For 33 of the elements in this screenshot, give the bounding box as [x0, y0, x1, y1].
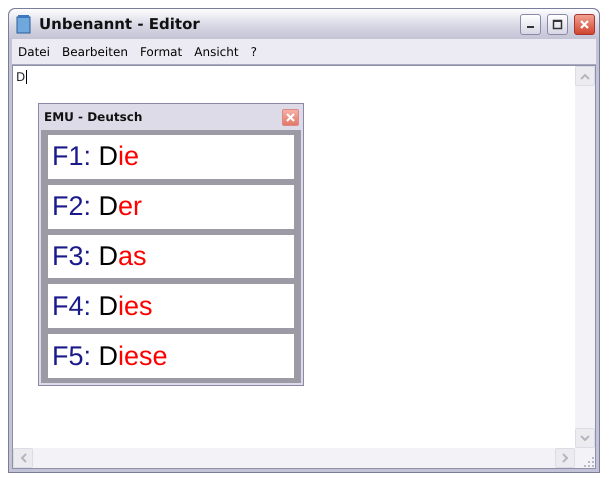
- close-button[interactable]: [282, 108, 299, 126]
- menu-item[interactable]: ?: [244, 42, 263, 60]
- resize-grip-icon[interactable]: [583, 456, 595, 468]
- window-title: Unbenannt - Editor: [39, 14, 201, 35]
- suggestion-item[interactable]: F1: Die: [48, 135, 294, 179]
- menu-item[interactable]: Datei: [12, 42, 56, 60]
- suggestion-item[interactable]: F5: Diese: [48, 334, 294, 378]
- maximize-icon: [552, 18, 563, 30]
- close-icon: [579, 18, 590, 30]
- suggestion-item[interactable]: F2: Der: [48, 184, 294, 229]
- menu-item[interactable]: Format: [134, 42, 188, 60]
- popup-title: EMU - Deutsch: [44, 109, 142, 126]
- close-icon: [286, 112, 295, 122]
- horizontal-scrollbar[interactable]: [13, 448, 575, 468]
- maximize-button[interactable]: [547, 14, 568, 34]
- chevron-up-icon: [580, 72, 590, 80]
- scroll-down-button[interactable]: [575, 428, 595, 448]
- scroll-left-button[interactable]: [13, 448, 33, 468]
- close-button[interactable]: [574, 14, 595, 34]
- suggestion-item[interactable]: F4: Dies: [48, 284, 294, 328]
- menu-item[interactable]: Ansicht: [188, 42, 245, 60]
- chevron-left-icon: [20, 453, 26, 463]
- minimize-button[interactable]: [520, 14, 541, 34]
- editor-text: D: [16, 70, 28, 84]
- vertical-scrollbar[interactable]: [575, 66, 595, 448]
- chevron-down-icon: [580, 434, 590, 442]
- scroll-up-button[interactable]: [575, 66, 595, 86]
- minimize-icon: [527, 26, 534, 28]
- suggestion-item[interactable]: F3: Das: [48, 234, 294, 278]
- chevron-right-icon: [562, 453, 568, 463]
- menu-item[interactable]: Bearbeiten: [56, 42, 134, 60]
- scroll-right-button[interactable]: [555, 448, 575, 468]
- notepad-icon: [15, 14, 33, 34]
